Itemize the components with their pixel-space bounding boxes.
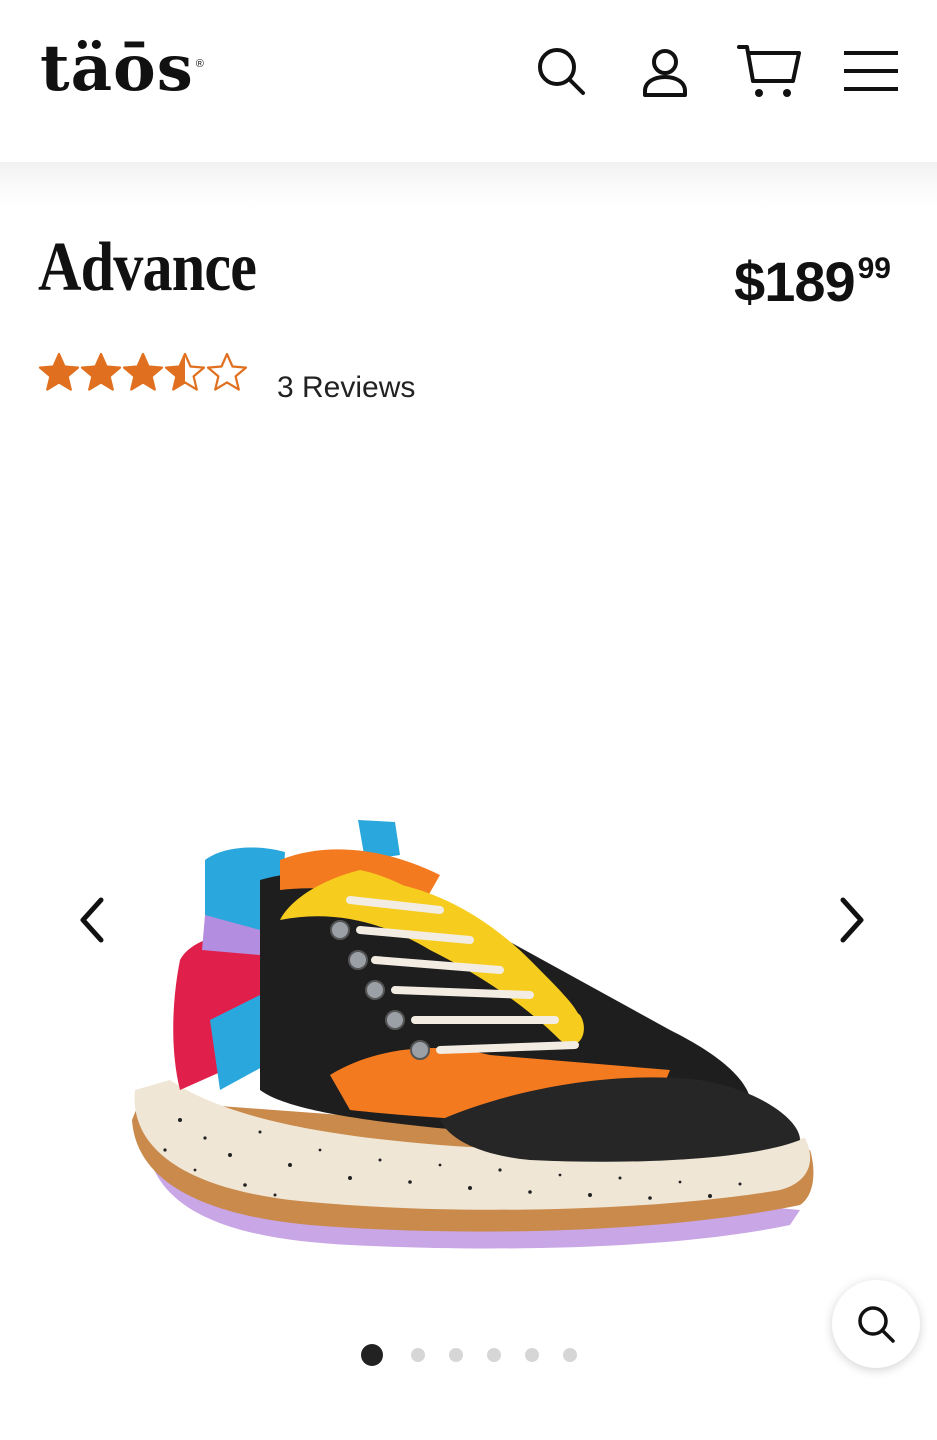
gallery-dot[interactable]	[410, 1348, 425, 1362]
logo-wordmark: täōs	[40, 31, 194, 106]
search-button[interactable]	[528, 38, 594, 104]
price-cents: 99	[857, 252, 891, 285]
gallery-pagination	[0, 1343, 937, 1367]
product-title: Advance	[38, 229, 257, 306]
star-empty-icon	[206, 352, 248, 391]
zoom-icon	[858, 1306, 895, 1343]
header-shadow	[0, 162, 937, 210]
account-button[interactable]	[632, 38, 698, 104]
chevron-right-icon	[840, 897, 864, 943]
product-image[interactable]	[110, 820, 830, 1290]
gallery-dot[interactable]	[562, 1348, 577, 1362]
menu-icon	[844, 51, 898, 91]
brand-logo[interactable]: täōs ®	[40, 34, 204, 104]
star-half-icon	[164, 352, 206, 391]
search-icon	[538, 48, 585, 95]
reviews-link[interactable]: 3 Reviews	[277, 370, 415, 406]
gallery-dot[interactable]	[524, 1348, 539, 1362]
star-rating[interactable]	[38, 352, 248, 394]
gallery-next-button[interactable]	[822, 880, 882, 960]
account-icon	[643, 49, 687, 97]
site-header: täōs ®	[0, 0, 937, 162]
product-gallery	[0, 430, 937, 1380]
star-full-icon	[38, 352, 80, 391]
cart-button[interactable]	[736, 38, 802, 104]
star-full-icon	[80, 352, 122, 391]
price-dollars: $189	[734, 250, 856, 313]
registered-mark: ®	[195, 58, 204, 70]
gallery-prev-button[interactable]	[62, 880, 122, 960]
gallery-dot[interactable]	[486, 1348, 501, 1362]
gallery-dot[interactable]	[360, 1344, 383, 1366]
menu-button[interactable]	[838, 38, 904, 104]
chevron-left-icon	[80, 897, 104, 943]
product-price: $189 99	[734, 250, 891, 314]
star-full-icon	[122, 352, 164, 391]
gallery-dot[interactable]	[448, 1348, 463, 1362]
cart-icon	[737, 45, 801, 97]
